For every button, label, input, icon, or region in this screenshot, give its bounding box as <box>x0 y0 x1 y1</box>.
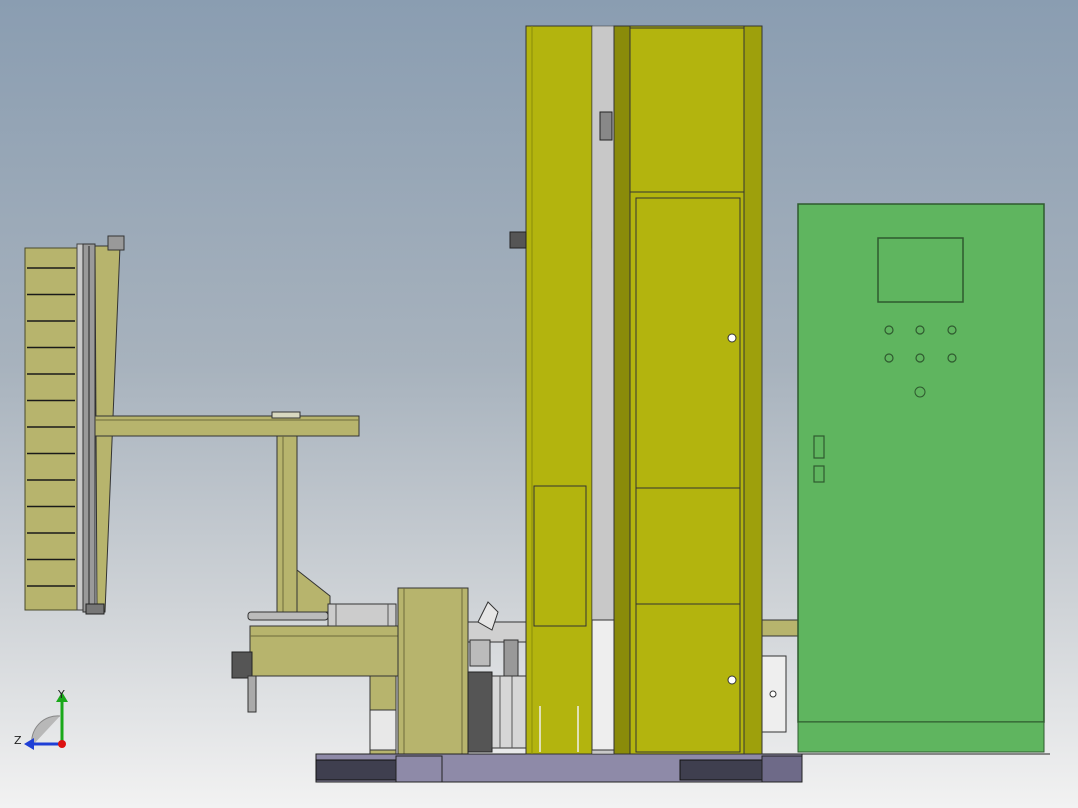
machine-base-rail[interactable] <box>315 753 1050 783</box>
z-axis-label: Z <box>14 734 22 747</box>
conveyor-strip <box>761 619 801 637</box>
machine-assembly-drawing[interactable] <box>0 0 1078 808</box>
tower-door-middle[interactable] <box>635 487 741 605</box>
y-axis-label: Y <box>57 688 65 701</box>
right-tower-column[interactable] <box>613 25 763 755</box>
tower-sensor <box>599 111 613 141</box>
door-lock-icon[interactable] <box>727 333 737 343</box>
tower-door-upper[interactable] <box>635 197 741 489</box>
tower-door-lower[interactable] <box>635 603 741 753</box>
swing-arm[interactable] <box>94 411 360 613</box>
cad-viewport[interactable]: Y Z <box>0 0 1078 808</box>
bolt-icon <box>769 690 777 698</box>
lift-base-assembly[interactable] <box>231 587 469 755</box>
hmi-screen[interactable] <box>877 237 964 303</box>
tower-top-box <box>629 27 745 193</box>
drive-mechanism[interactable] <box>467 601 529 753</box>
electrical-cabinet[interactable] <box>797 203 1045 753</box>
tower-gap-guard <box>591 619 615 751</box>
axis-triad-icon: Y Z <box>14 688 68 750</box>
door-lock-icon[interactable] <box>727 675 737 685</box>
